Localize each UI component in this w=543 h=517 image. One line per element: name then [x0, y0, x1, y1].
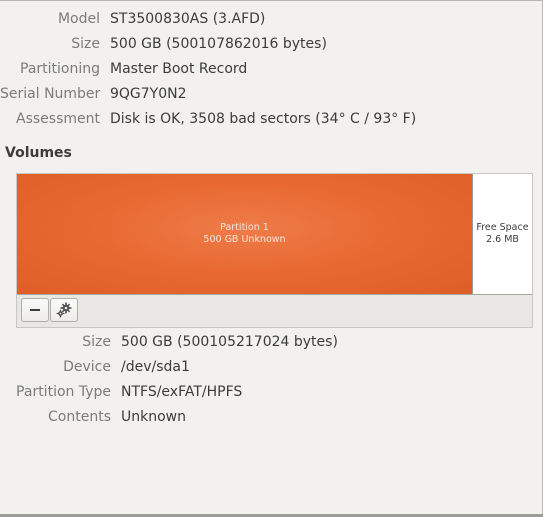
gears-icon: [56, 302, 72, 318]
model-value: ST3500830AS (3.AFD): [110, 11, 266, 27]
contents-label: Contents: [48, 409, 111, 425]
size-value: 500 GB (500107862016 bytes): [110, 36, 327, 52]
partitioning-row: Partitioning Master Boot Record: [0, 59, 543, 79]
volumes-heading: Volumes: [5, 145, 72, 161]
window-top-border: [0, 0, 543, 1]
serial-number-value: 9QG7Y0N2: [110, 86, 187, 102]
contents-row: Contents Unknown: [0, 407, 543, 427]
size-label: Size: [71, 36, 100, 52]
assessment-label: Assessment: [16, 111, 100, 127]
serial-number-label: Serial Number: [0, 86, 101, 102]
partition-1-name: Partition 1: [220, 222, 269, 233]
model-label: Model: [57, 11, 100, 27]
partition-1-detail: 500 GB Unknown: [203, 234, 286, 245]
partition-1-block[interactable]: Partition 1 500 GB Unknown: [17, 174, 473, 294]
volume-toolbar: [21, 298, 78, 322]
partition-settings-button[interactable]: [50, 298, 78, 322]
model-row: Model ST3500830AS (3.AFD): [0, 9, 543, 29]
free-space-detail: 2.6 MB: [486, 234, 519, 245]
device-row: Device /dev/sda1: [0, 357, 543, 377]
partition-type-row: Partition Type NTFS/exFAT/HPFS: [0, 382, 543, 402]
partitioning-value: Master Boot Record: [110, 61, 248, 77]
partition-type-label: Partition Type: [16, 384, 111, 400]
assessment-row: Assessment Disk is OK, 3508 bad sectors …: [0, 109, 543, 129]
minus-icon: [30, 309, 40, 311]
free-space-block[interactable]: Free Space 2.6 MB: [473, 174, 532, 294]
assessment-value: Disk is OK, 3508 bad sectors (34° C / 93…: [110, 111, 417, 127]
partition-size-label: Size: [82, 334, 111, 350]
free-space-name: Free Space: [476, 222, 529, 233]
volume-map: Partition 1 500 GB Unknown Free Space 2.…: [16, 173, 533, 328]
partition-size-value: 500 GB (500105217024 bytes): [121, 334, 338, 350]
partition-size-row: Size 500 GB (500105217024 bytes): [0, 332, 543, 352]
device-value: /dev/sda1: [121, 359, 190, 375]
partition-type-value: NTFS/exFAT/HPFS: [121, 384, 243, 400]
partitioning-label: Partitioning: [20, 61, 100, 77]
remove-partition-button[interactable]: [21, 298, 49, 322]
serial-number-row: Serial Number 9QG7Y0N2: [0, 84, 543, 104]
size-row: Size 500 GB (500107862016 bytes): [0, 34, 543, 54]
volume-bar: Partition 1 500 GB Unknown Free Space 2.…: [17, 174, 532, 295]
device-label: Device: [63, 359, 111, 375]
contents-value: Unknown: [121, 409, 186, 425]
